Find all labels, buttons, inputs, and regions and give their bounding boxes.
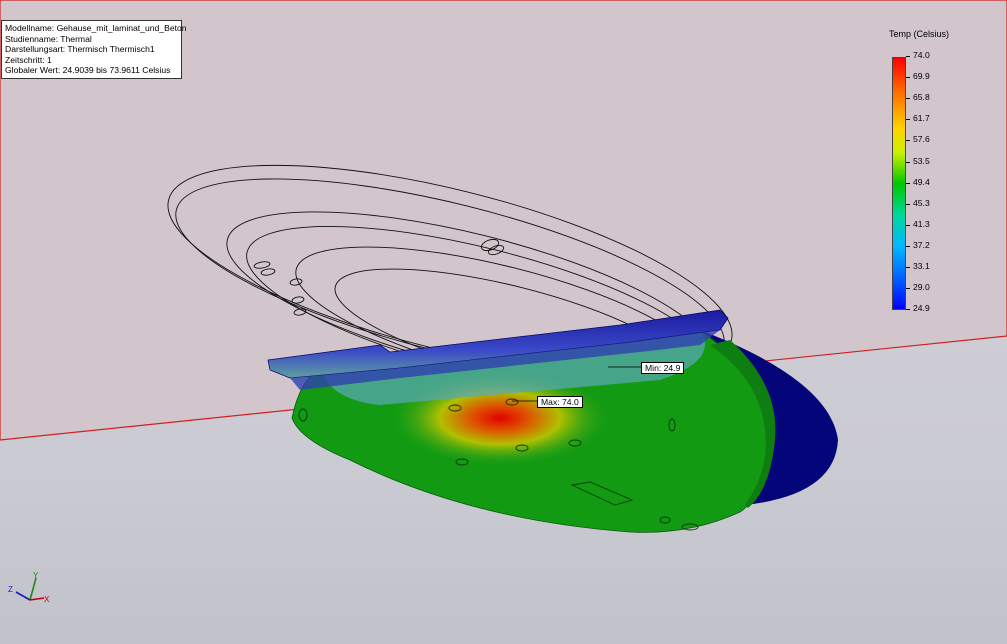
legend-tick-label: 29.0: [913, 282, 930, 293]
legend-tick-label: 61.7: [913, 113, 930, 124]
time-step-text: Zeitschritt: 1: [5, 54, 52, 65]
legend-tick-label: 69.9: [913, 71, 930, 82]
max-probe-label: Max: 74.0: [537, 396, 583, 408]
legend-tick-label: 53.5: [913, 155, 930, 166]
study-info-box: Modellname: Gehause_mit_laminat_und_Beto…: [1, 20, 187, 79]
legend-tick-mark: [906, 56, 910, 57]
legend-tick-mark: [906, 309, 910, 311]
legend-tick-mark: [906, 203, 910, 205]
legend-tick-mark: [906, 161, 910, 163]
legend-color-bar: [892, 57, 906, 310]
legend-tick-mark: [906, 119, 910, 121]
legend-tick-label: 65.8: [913, 92, 930, 103]
legend-tick-mark: [906, 288, 910, 290]
legend-tick-mark: [906, 77, 910, 79]
legend-tick-label: 37.2: [913, 239, 930, 250]
model-name-text: Modellname: Gehause_mit_laminat_und_Beto…: [5, 23, 187, 33]
axis-triad: Y X Z: [8, 571, 50, 604]
legend-tick-mark: [906, 98, 910, 100]
min-probe-label: Min: 24.9: [641, 362, 685, 374]
legend-tick-mark: [906, 140, 910, 142]
legend-tick-label: 45.3: [913, 197, 930, 208]
global-value-text: Globaler Wert: 24.9039 bis 73.9611 Celsi…: [5, 65, 171, 76]
model-viewport[interactable]: Y X Z: [0, 0, 1007, 644]
legend-tick-mark: [906, 245, 910, 247]
study-name-text: Studienname: Thermal: [5, 33, 92, 44]
legend-tick-label: 74.0: [913, 50, 930, 60]
legend-tick-label: 41.3: [913, 218, 930, 229]
legend-tick-mark: [906, 182, 910, 184]
legend-title: Temp (Celsius): [889, 29, 950, 39]
legend-tick-mark: [906, 224, 910, 226]
legend-tick-label: 57.6: [913, 134, 930, 145]
legend-tick-label: 49.4: [913, 176, 930, 187]
triad-y-label: Y: [33, 571, 39, 580]
legend-tick-label: 24.9: [913, 303, 930, 314]
triad-z-label: Z: [8, 585, 13, 594]
plot-type-text: Darstellungsart: Thermisch Thermisch1: [5, 44, 155, 55]
legend-tick-mark: [906, 267, 910, 268]
triad-x-label: X: [44, 595, 50, 604]
legend-tick-label: 33.1: [913, 261, 930, 271]
